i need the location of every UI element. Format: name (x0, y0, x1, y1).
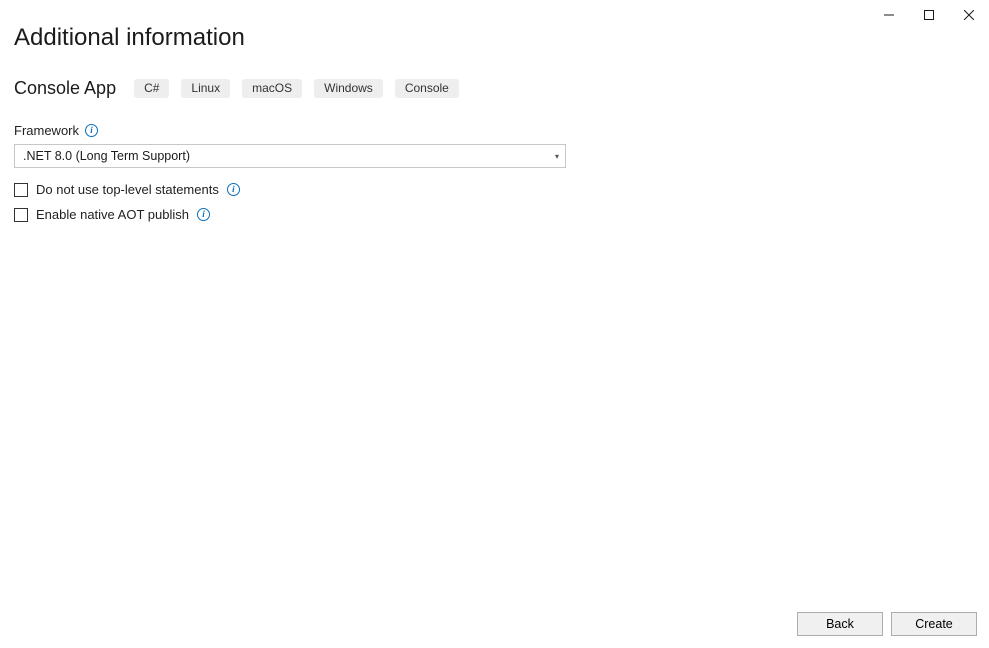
checkbox-toplevel[interactable] (14, 183, 28, 197)
checkbox-aot-label: Enable native AOT publish (36, 207, 189, 222)
minimize-icon (884, 10, 894, 20)
framework-label: Framework (14, 123, 79, 138)
checkbox-row-aot: Enable native AOT publish i (14, 207, 975, 222)
footer-buttons: Back Create (797, 612, 977, 636)
checkbox-row-toplevel: Do not use top-level statements i (14, 182, 975, 197)
main-content: Additional information Console App C# Li… (14, 24, 975, 232)
info-icon[interactable]: i (197, 208, 210, 221)
close-icon (964, 10, 974, 20)
page-title: Additional information (14, 24, 975, 52)
tag-csharp: C# (134, 79, 169, 98)
project-type-title: Console App (14, 78, 116, 99)
info-icon[interactable]: i (227, 183, 240, 196)
subtitle-row: Console App C# Linux macOS Windows Conso… (14, 78, 975, 99)
info-icon[interactable]: i (85, 124, 98, 137)
create-button[interactable]: Create (891, 612, 977, 636)
back-button[interactable]: Back (797, 612, 883, 636)
framework-selected-value: .NET 8.0 (Long Term Support) (23, 149, 190, 163)
tag-console: Console (395, 79, 459, 98)
framework-label-row: Framework i (14, 123, 975, 138)
tag-windows: Windows (314, 79, 383, 98)
maximize-icon (924, 10, 934, 20)
tag-linux: Linux (181, 79, 230, 98)
framework-dropdown[interactable]: .NET 8.0 (Long Term Support) ▾ (14, 144, 566, 168)
tag-macos: macOS (242, 79, 302, 98)
chevron-down-icon: ▾ (555, 152, 559, 161)
checkbox-aot[interactable] (14, 208, 28, 222)
checkbox-toplevel-label: Do not use top-level statements (36, 182, 219, 197)
